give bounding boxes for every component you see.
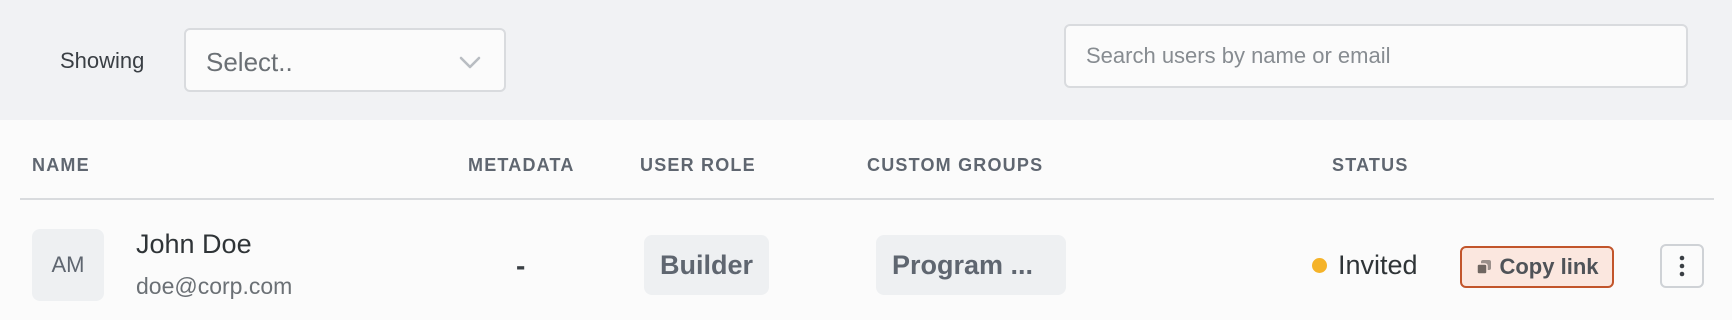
status-text: Invited <box>1338 250 1418 280</box>
status-dot-icon <box>1312 258 1327 273</box>
column-header-status[interactable]: STATUS <box>1332 155 1409 176</box>
column-header-user-role[interactable]: USER ROLE <box>640 155 756 176</box>
user-name: John Doe <box>136 229 252 259</box>
filter-bar: Showing Select.. <box>0 0 1732 120</box>
user-role-badge: Builder <box>644 235 770 295</box>
column-header-metadata[interactable]: METADATA <box>468 155 575 176</box>
metadata-value: - <box>516 250 526 281</box>
avatar: AM <box>32 229 104 301</box>
showing-select[interactable]: Select.. <box>184 28 506 92</box>
row-actions-button[interactable] <box>1660 244 1704 288</box>
copy-link-label: Copy link <box>1499 254 1599 279</box>
more-vertical-icon <box>1679 255 1685 277</box>
showing-label: Showing <box>60 48 145 73</box>
column-header-custom-groups[interactable]: CUSTOM GROUPS <box>867 155 1043 176</box>
select-value: Select.. <box>206 47 293 77</box>
copy-link-button[interactable]: Copy link <box>1460 246 1614 288</box>
chevron-down-icon <box>459 56 481 69</box>
custom-group-badge: Program ... <box>876 235 1066 295</box>
column-header-name[interactable]: NAME <box>32 155 90 176</box>
user-email: doe@corp.com <box>136 273 293 299</box>
copy-icon <box>1476 260 1492 275</box>
search-input[interactable] <box>1064 24 1688 88</box>
header-divider <box>20 198 1714 200</box>
